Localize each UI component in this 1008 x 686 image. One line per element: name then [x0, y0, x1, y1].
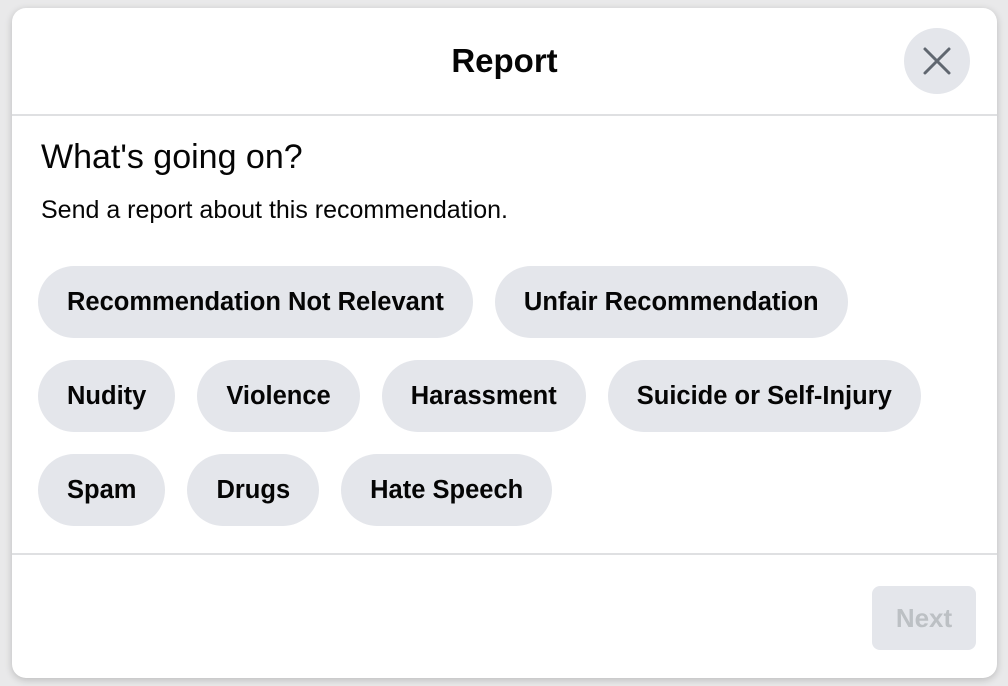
option-suicide-self-injury[interactable]: Suicide or Self-Injury — [607, 360, 921, 432]
option-unfair-recommendation[interactable]: Unfair Recommendation — [494, 266, 848, 338]
dialog-title: Report — [451, 42, 558, 79]
close-button[interactable] — [904, 28, 970, 94]
close-icon — [923, 47, 951, 75]
option-recommendation-not-relevant[interactable]: Recommendation Not Relevant — [38, 266, 473, 338]
question-subtitle: Send a report about this recommendation. — [41, 196, 508, 224]
footer-divider — [12, 553, 997, 555]
option-hate-speech[interactable]: Hate Speech — [341, 454, 553, 526]
option-violence[interactable]: Violence — [197, 360, 360, 432]
report-options: Recommendation Not Relevant Unfair Recom… — [38, 266, 958, 526]
question-heading: What's going on? — [41, 138, 303, 176]
option-drugs[interactable]: Drugs — [187, 454, 320, 526]
dialog-header: Report — [12, 8, 997, 116]
option-spam[interactable]: Spam — [38, 454, 166, 526]
option-harassment[interactable]: Harassment — [381, 360, 586, 432]
report-dialog: Report What's going on? Send a report ab… — [12, 8, 997, 678]
next-button[interactable]: Next — [872, 586, 976, 650]
option-nudity[interactable]: Nudity — [38, 360, 176, 432]
